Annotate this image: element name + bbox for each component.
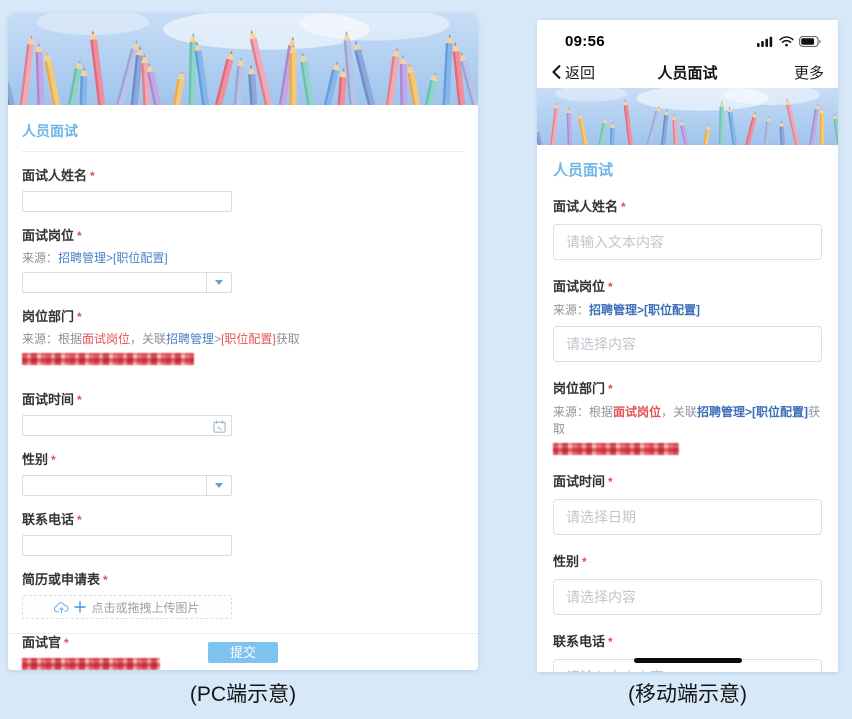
field-contact-phone: 联系电话 * (553, 631, 822, 672)
upload-hint-text: 点击或拖拽上传图片 (91, 600, 200, 615)
gender-select[interactable] (22, 475, 232, 496)
gender-select[interactable] (553, 579, 822, 615)
required-mark: * (77, 393, 82, 407)
required-mark: * (77, 310, 82, 324)
select-value-box[interactable] (22, 272, 206, 293)
field-interview-position: 面试岗位 * 来源：招聘管理>[职位配置] (553, 276, 822, 362)
field-resume-upload: 简历或申请表 * 点击或拖拽上传图片 (22, 569, 464, 619)
source-link[interactable]: 招聘管理>[职位配置] (58, 251, 168, 265)
interview-time-input[interactable] (22, 415, 232, 436)
chevron-left-icon (552, 64, 561, 80)
source-link[interactable]: 招聘管理>[职位配置] (589, 303, 700, 317)
field-contact-phone: 联系电话 * (22, 509, 464, 556)
pencil-banner-image (537, 88, 838, 145)
field-label: 岗位部门 (22, 309, 75, 324)
nav-bar: 返回 人员面试 更多 (537, 56, 838, 88)
form-footer: 提交 (8, 633, 478, 663)
wifi-icon (779, 35, 794, 47)
mobile-form-panel: 09:56 返回 人员面试 更多 人员面试 面试人姓名 * 请输入文本内容 面试… (537, 20, 838, 672)
field-position-department: 岗位部门 * 来源：根据面试岗位，关联招聘管理>[职位配置]获取 (22, 306, 464, 365)
back-button[interactable]: 返回 (551, 62, 621, 83)
select-caret-button[interactable] (206, 272, 232, 293)
cloud-upload-icon (54, 601, 70, 613)
field-label: 性别 (553, 554, 580, 569)
interviewee-name-input[interactable] (553, 224, 822, 260)
field-label: 面试时间 (553, 474, 606, 489)
source-link[interactable]: 招聘管理>[职位配置] (697, 405, 808, 419)
field-label: 岗位部门 (553, 381, 606, 396)
field-label: 面试人姓名 (22, 168, 88, 183)
field-label: 联系电话 (553, 634, 606, 649)
select-caret-button[interactable] (206, 475, 232, 496)
cellular-signal-icon (757, 36, 773, 47)
plus-icon (74, 601, 87, 613)
interview-time-input[interactable] (553, 499, 822, 535)
required-mark: * (103, 573, 108, 587)
interviewee-name-input[interactable] (22, 191, 232, 212)
censored-text (22, 353, 194, 365)
required-mark: * (608, 382, 613, 396)
back-label: 返回 (565, 64, 596, 82)
field-interview-position: 面试岗位 * 来源：招聘管理>[职位配置] (22, 225, 464, 293)
field-source-note: 来源：招聘管理>[职位配置] (553, 303, 701, 317)
select-value-box[interactable] (22, 475, 206, 496)
chevron-down-icon (215, 280, 223, 285)
page-title: 人员面试 (553, 162, 614, 179)
contact-phone-input[interactable] (22, 535, 232, 556)
status-time: 09:56 (565, 32, 605, 50)
required-mark: * (77, 229, 82, 243)
field-source-note: 来源：根据面试岗位，关联招聘管理>[职位配置]获取 (22, 332, 300, 346)
upload-dropzone[interactable]: 点击或拖拽上传图片 (22, 595, 232, 619)
required-mark: * (608, 475, 613, 489)
required-mark: * (621, 200, 626, 214)
chevron-down-icon (215, 483, 223, 488)
field-interviewee-name: 面试人姓名 * (553, 196, 822, 260)
nav-title: 人员面试 (657, 64, 718, 82)
field-interviewee-name: 面试人姓名 * (22, 165, 464, 212)
source-link[interactable]: 招聘管理 (166, 332, 214, 346)
field-label: 面试岗位 (553, 279, 606, 294)
position-select[interactable] (22, 272, 232, 293)
required-mark: * (608, 635, 613, 649)
field-label: 简历或申请表 (22, 572, 101, 587)
divider (22, 151, 464, 152)
more-button[interactable]: 更多 (754, 62, 824, 83)
required-mark: * (51, 453, 56, 467)
field-label: 性别 (22, 452, 49, 467)
position-select[interactable] (553, 326, 822, 362)
required-mark: * (90, 169, 95, 183)
pencil-banner-image (8, 13, 478, 105)
calendar-icon (213, 420, 226, 433)
field-position-department: 岗位部门 * 来源：根据面试岗位，关联招聘管理>[职位配置]获取 (553, 378, 822, 455)
censored-text (553, 443, 679, 455)
mobile-caption: (移动端示意) (628, 683, 747, 706)
field-gender: 性别 * (553, 551, 822, 615)
required-mark: * (77, 513, 82, 527)
status-bar: 09:56 (537, 20, 838, 56)
field-source-note: 来源：根据面试岗位，关联招聘管理>[职位配置]获取 (553, 405, 821, 436)
field-label: 面试岗位 (22, 228, 75, 243)
home-indicator[interactable] (633, 658, 742, 663)
field-interview-time: 面试时间 * (553, 471, 822, 535)
battery-icon (799, 35, 821, 47)
field-source-note: 来源：招聘管理>[职位配置] (22, 251, 168, 265)
submit-button[interactable]: 提交 (208, 642, 278, 663)
field-label: 面试时间 (22, 392, 75, 407)
required-mark: * (608, 280, 613, 294)
field-label: 面试人姓名 (553, 199, 619, 214)
pc-caption: (PC端示意) (189, 683, 297, 706)
field-interview-time: 面试时间 * (22, 389, 464, 436)
field-gender: 性别 * (22, 449, 464, 496)
pc-form-panel: 人员面试 面试人姓名 * 面试岗位 * 来源：招聘管理>[职位配置] 岗位部门 * 来… (8, 13, 478, 670)
required-mark: * (582, 555, 587, 569)
field-label: 联系电话 (22, 512, 75, 527)
page-title: 人员面试 (22, 123, 78, 139)
